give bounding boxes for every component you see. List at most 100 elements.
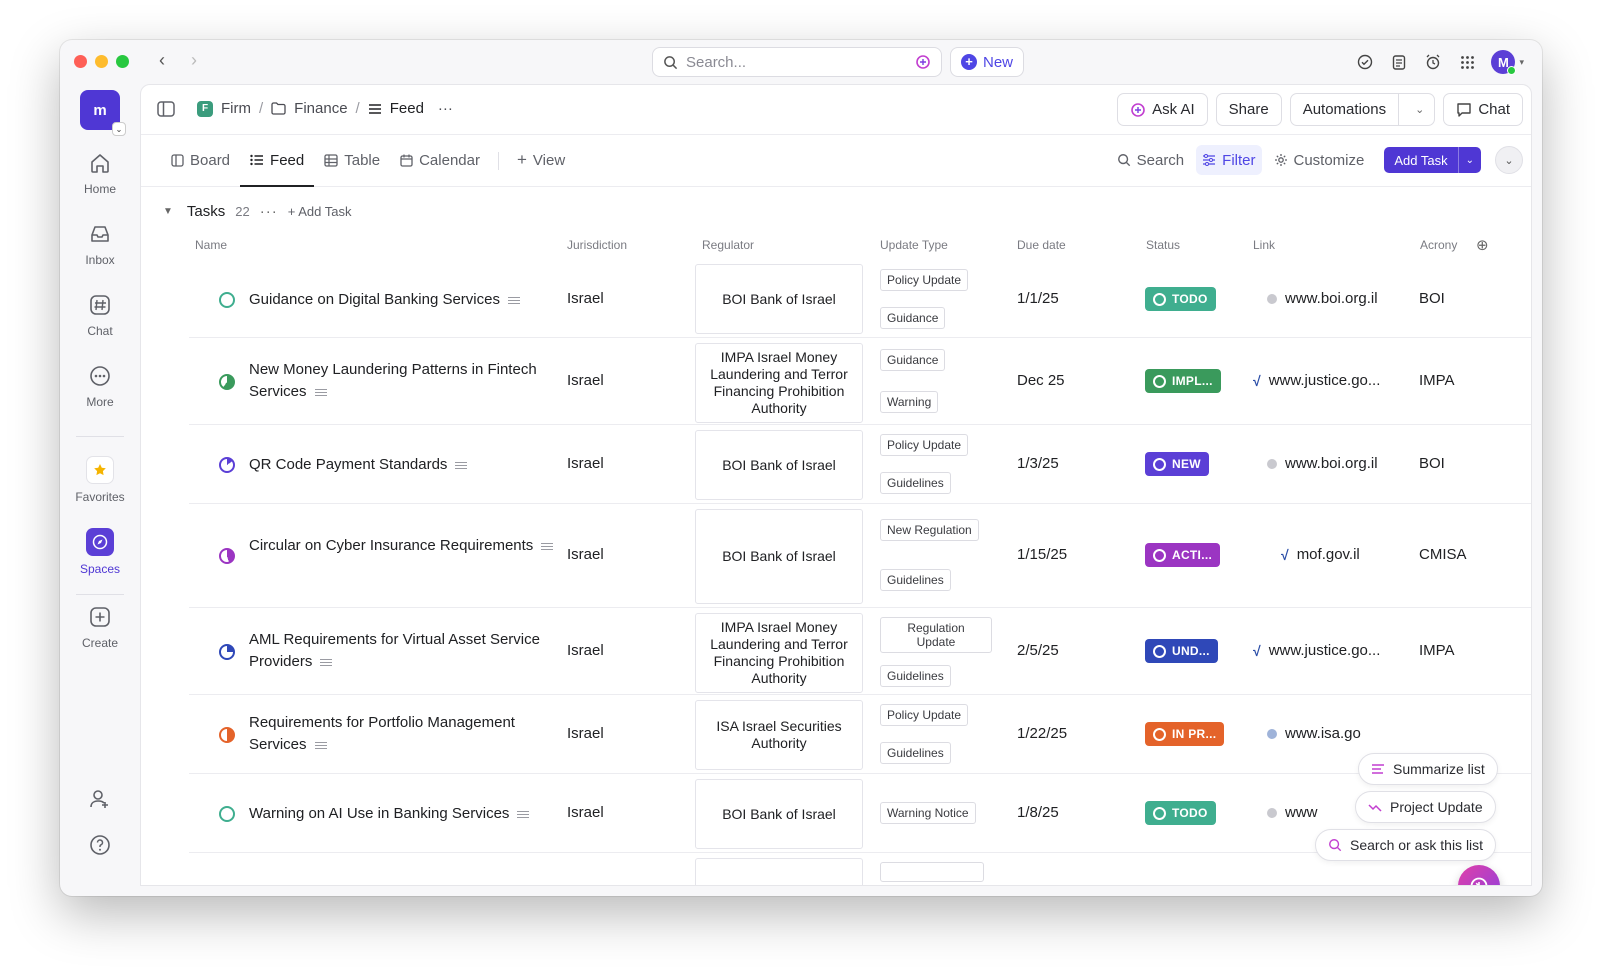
table-row[interactable]: Requirements for Portfolio Management Se… bbox=[189, 696, 1531, 774]
due-date-cell[interactable]: 1/8/25 bbox=[1017, 804, 1059, 821]
invite-user-button[interactable] bbox=[60, 786, 140, 812]
task-name-cell[interactable]: New Money Laundering Patterns in Fintech… bbox=[249, 359, 559, 403]
check-circle-icon[interactable] bbox=[1355, 52, 1375, 72]
ask-ai-button[interactable]: Ask AI bbox=[1117, 93, 1208, 126]
new-button[interactable]: + New bbox=[950, 47, 1025, 77]
notepad-icon[interactable] bbox=[1389, 52, 1409, 72]
due-date-cell[interactable]: 1/1/25 bbox=[1017, 290, 1059, 307]
regulator-cell[interactable]: IMPA Israel Money Laundering and Terror … bbox=[695, 613, 863, 693]
apps-grid-icon[interactable] bbox=[1457, 52, 1477, 72]
task-name-cell[interactable]: Requirements for Portfolio Management Se… bbox=[249, 712, 559, 756]
project-update-button[interactable]: Project Update bbox=[1355, 791, 1496, 823]
rail-create[interactable]: Create bbox=[60, 604, 140, 650]
update-type-tag[interactable]: Regulation Update bbox=[880, 617, 992, 653]
update-type-tag[interactable]: Guidelines bbox=[880, 665, 951, 687]
task-name[interactable]: Circular on Cyber Insurance Requirements bbox=[249, 537, 533, 554]
task-name-cell[interactable]: Warning on AI Use in Banking Services bbox=[249, 803, 589, 825]
regulator-cell[interactable]: IMPA Israel Money Laundering and Terror … bbox=[695, 343, 863, 423]
task-name[interactable]: AML Requirements for Virtual Asset Servi… bbox=[249, 631, 540, 670]
task-name-cell[interactable]: Circular on Cyber Insurance Requirements bbox=[249, 535, 559, 557]
link-text[interactable]: mof.gov.il bbox=[1297, 546, 1360, 563]
rail-spaces[interactable]: Spaces bbox=[60, 528, 140, 576]
update-type-tag[interactable] bbox=[880, 862, 984, 882]
minimize-window-button[interactable] bbox=[95, 55, 108, 68]
update-type-tag[interactable]: Guidelines bbox=[880, 472, 951, 494]
link-cell[interactable]: www.isa.go bbox=[1267, 725, 1361, 742]
status-progress-icon[interactable] bbox=[219, 644, 235, 660]
due-date-cell[interactable]: 2/5/25 bbox=[1017, 642, 1059, 659]
status-circle-icon[interactable] bbox=[219, 292, 235, 308]
update-type-tag[interactable]: Warning Notice bbox=[880, 802, 976, 824]
regulator-cell[interactable]: BOI Bank of Israel bbox=[695, 509, 863, 604]
update-type-tag[interactable]: Guidelines bbox=[880, 569, 951, 591]
task-name-cell[interactable]: AML Requirements for Virtual Asset Servi… bbox=[249, 629, 559, 673]
col-link[interactable]: Link bbox=[1253, 238, 1275, 252]
filter-button[interactable]: Filter bbox=[1196, 145, 1262, 175]
summarize-list-button[interactable]: Summarize list bbox=[1358, 753, 1498, 785]
col-name[interactable]: Name bbox=[195, 238, 227, 252]
update-type-tag[interactable]: Policy Update bbox=[880, 704, 969, 726]
col-jurisdiction[interactable]: Jurisdiction bbox=[567, 238, 627, 252]
link-text[interactable]: www bbox=[1285, 804, 1318, 821]
rail-home[interactable]: Home bbox=[60, 150, 140, 196]
due-date-cell[interactable]: 1/3/25 bbox=[1017, 455, 1059, 472]
regulator-cell[interactable]: BOI Bank of Israel bbox=[695, 779, 863, 849]
col-update-type[interactable]: Update Type bbox=[880, 238, 948, 252]
table-row[interactable]: Circular on Cyber Insurance Requirements… bbox=[189, 505, 1531, 608]
close-window-button[interactable] bbox=[74, 55, 87, 68]
link-text[interactable]: www.justice.go... bbox=[1269, 372, 1381, 389]
task-name[interactable]: QR Code Payment Standards bbox=[249, 456, 447, 473]
status-badge[interactable]: IN PR... bbox=[1145, 722, 1225, 746]
tab-board[interactable]: Board bbox=[161, 135, 240, 187]
back-arrow-icon[interactable]: ‹ bbox=[152, 50, 172, 71]
status-circle-icon[interactable] bbox=[219, 806, 235, 822]
chat-button[interactable]: Chat bbox=[1443, 93, 1523, 126]
update-type-tag[interactable]: Guidance bbox=[880, 307, 946, 329]
link-cell[interactable]: √ www.justice.go... bbox=[1253, 642, 1380, 659]
regulator-cell[interactable] bbox=[695, 858, 863, 885]
tab-calendar[interactable]: Calendar bbox=[390, 135, 490, 187]
status-badge[interactable]: ACTI... bbox=[1145, 543, 1221, 567]
status-progress-icon[interactable] bbox=[219, 727, 235, 743]
breadcrumb-workspace[interactable]: Firm bbox=[221, 100, 251, 117]
update-type-tag[interactable]: Warning bbox=[880, 391, 939, 413]
add-task-button[interactable]: Add Task ⌄ bbox=[1384, 147, 1481, 173]
status-badge[interactable]: IMPL... bbox=[1145, 369, 1221, 393]
share-button[interactable]: Share bbox=[1215, 93, 1282, 126]
update-type-tag[interactable]: Guidance bbox=[880, 349, 946, 371]
due-date-cell[interactable]: 1/22/25 bbox=[1017, 725, 1067, 742]
sidebar-toggle-icon[interactable] bbox=[157, 101, 175, 122]
update-type-tag[interactable]: Policy Update bbox=[880, 269, 969, 291]
status-progress-icon[interactable] bbox=[219, 457, 235, 473]
customize-button[interactable]: Customize bbox=[1268, 145, 1371, 175]
table-row[interactable]: Guidance on Digital Banking Services Isr… bbox=[189, 262, 1531, 338]
link-text[interactable]: www.isa.go bbox=[1285, 725, 1361, 742]
collapse-triangle-icon[interactable]: ▼ bbox=[163, 206, 173, 217]
update-type-tag[interactable]: New Regulation bbox=[880, 519, 979, 541]
task-name-cell[interactable]: Guidance on Digital Banking Services bbox=[249, 289, 559, 311]
help-button[interactable] bbox=[60, 832, 140, 858]
status-badge[interactable]: TODO bbox=[1145, 287, 1216, 311]
task-name[interactable]: New Money Laundering Patterns in Fintech… bbox=[249, 361, 537, 400]
col-regulator[interactable]: Regulator bbox=[702, 238, 754, 252]
breadcrumb-more-icon[interactable]: ··· bbox=[438, 100, 453, 117]
tab-table[interactable]: Table bbox=[314, 135, 390, 187]
add-column-icon[interactable]: ⊕ bbox=[1476, 236, 1489, 254]
ai-brain-icon[interactable] bbox=[915, 54, 931, 70]
search-tasks-button[interactable]: Search bbox=[1111, 145, 1191, 175]
regulator-cell[interactable]: BOI Bank of Israel bbox=[695, 430, 863, 500]
collapse-button[interactable]: ⌄ bbox=[1495, 146, 1523, 174]
chevron-down-icon[interactable]: ⌄ bbox=[1459, 155, 1481, 166]
breadcrumb-folder[interactable]: Finance bbox=[294, 100, 347, 117]
link-cell[interactable]: √ www.justice.go... bbox=[1253, 372, 1380, 389]
table-row[interactable]: AML Requirements for Virtual Asset Servi… bbox=[189, 609, 1531, 695]
task-name-cell[interactable]: QR Code Payment Standards bbox=[249, 454, 559, 476]
chevron-down-icon[interactable]: ▾ bbox=[1519, 57, 1524, 68]
rail-favorites[interactable]: Favorites bbox=[60, 456, 140, 504]
search-ask-list-input[interactable]: Search or ask this list bbox=[1315, 829, 1497, 861]
group-more-icon[interactable]: ··· bbox=[260, 203, 278, 220]
rail-inbox[interactable]: Inbox bbox=[60, 221, 140, 267]
status-progress-icon[interactable] bbox=[219, 548, 235, 564]
global-search-input[interactable]: Search... bbox=[652, 47, 942, 77]
task-name[interactable]: Requirements for Portfolio Management Se… bbox=[249, 714, 515, 753]
